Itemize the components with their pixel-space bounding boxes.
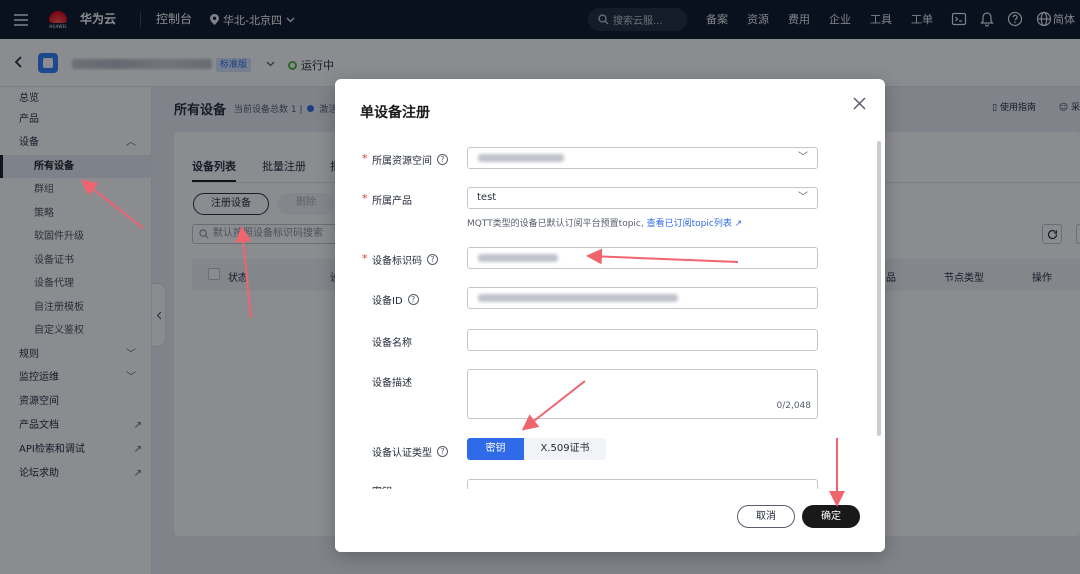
confirm-button[interactable]: 确定 xyxy=(802,505,860,528)
redacted-value xyxy=(478,254,558,262)
auth-option-x509[interactable]: X.509证书 xyxy=(524,438,606,460)
help-icon[interactable]: ? xyxy=(437,154,448,165)
product-select[interactable]: test ﹀ xyxy=(467,187,818,209)
external-link-icon: ↗ xyxy=(734,219,743,229)
cancel-button[interactable]: 取消 xyxy=(737,505,795,528)
mqtt-hint: MQTT类型的设备已默认订阅平台预置topic, 查看已订阅topic列表 ↗ xyxy=(467,216,742,229)
label-text: 所属资源空间 xyxy=(372,156,432,167)
redacted-value xyxy=(478,294,678,302)
required-mark: * xyxy=(362,192,368,205)
hint-text: MQTT类型的设备已默认订阅平台预置topic, xyxy=(467,219,644,229)
field-label-product: 所属产品 xyxy=(372,192,412,207)
field-label-auth-type: 设备认证类型 ? xyxy=(372,444,448,459)
label-text: 所属产品 xyxy=(372,196,412,207)
label-text: 设备ID xyxy=(372,296,403,307)
description-textarea[interactable]: 0/2,048 xyxy=(467,369,818,419)
label-text: 设备标识码 xyxy=(372,256,422,267)
close-icon[interactable] xyxy=(853,95,866,115)
char-counter: 0/2,048 xyxy=(776,401,811,411)
required-mark: * xyxy=(362,152,368,165)
dialog-scrollbar[interactable] xyxy=(877,141,881,436)
field-label-node-id: 设备标识码 ? xyxy=(372,252,438,267)
required-mark: * xyxy=(362,252,368,265)
help-icon[interactable]: ? xyxy=(437,446,448,457)
resource-space-select[interactable]: ﹀ xyxy=(467,147,818,169)
redacted-value xyxy=(478,154,564,162)
field-label-description: 设备描述 xyxy=(372,374,412,389)
chevron-down-icon: ﹀ xyxy=(798,192,808,203)
register-device-dialog: 单设备注册 * 所属资源空间 ? ﹀ * 所属产品 test ﹀ MQTT类型的… xyxy=(335,79,885,552)
auth-option-secret[interactable]: 密钥 xyxy=(467,438,524,460)
help-icon[interactable]: ? xyxy=(427,254,438,265)
device-name-input[interactable] xyxy=(467,329,818,351)
topic-list-link[interactable]: 查看已订阅topic列表 xyxy=(647,219,732,229)
dialog-title: 单设备注册 xyxy=(360,105,430,121)
label-text: 设备描述 xyxy=(372,378,412,389)
chevron-down-icon: ﹀ xyxy=(798,152,808,163)
product-value: test xyxy=(477,192,497,203)
label-text: 设备认证类型 xyxy=(372,448,432,459)
field-label-device-name: 设备名称 xyxy=(372,334,412,349)
device-id-input[interactable] xyxy=(467,287,818,309)
help-icon[interactable]: ? xyxy=(407,294,419,305)
label-text: 设备名称 xyxy=(372,338,412,349)
field-label-device-id: 设备ID ? xyxy=(372,292,419,307)
field-label-resource-space: 所属资源空间 ? xyxy=(372,152,448,167)
secret-input[interactable] xyxy=(467,479,818,489)
node-id-input[interactable] xyxy=(467,247,818,269)
